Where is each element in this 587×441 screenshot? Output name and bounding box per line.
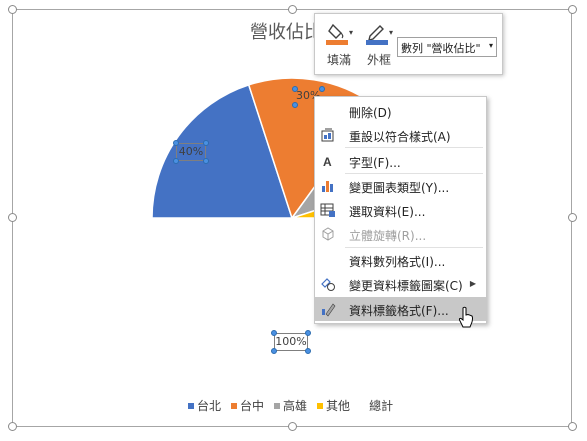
menu-item-label: 重設以符合樣式(A) xyxy=(349,130,451,144)
menu-item-change-chart-type[interactable]: 變更圖表類型(Y)... xyxy=(315,174,486,198)
format-label-icon xyxy=(322,303,336,317)
reset-style-icon xyxy=(321,128,334,142)
data-label-taipei[interactable]: 40% xyxy=(176,143,206,161)
chevron-down-icon: ▾ xyxy=(389,28,394,37)
menu-item-label: 立體旋轉(R)... xyxy=(349,229,427,243)
3d-rotation-icon xyxy=(322,227,334,241)
menu-item-label: 變更資料標籤圖案(C) xyxy=(349,279,463,293)
chevron-right-icon: ▶ xyxy=(469,279,476,288)
legend-label: 總計 xyxy=(369,399,394,413)
svg-text:A: A xyxy=(323,155,332,169)
legend-swatch xyxy=(274,402,281,409)
legend-swatch xyxy=(188,402,194,409)
legend-item[interactable]: 總計 xyxy=(360,397,393,414)
label-handle[interactable] xyxy=(292,86,298,92)
menu-item-label: 刪除(D) xyxy=(349,106,392,120)
menu-item-label: 字型(F)... xyxy=(349,156,401,170)
paint-bucket-icon xyxy=(326,23,348,45)
mouse-cursor-icon xyxy=(458,306,473,328)
legend-swatch xyxy=(360,403,366,409)
legend-item[interactable]: 高雄 xyxy=(274,397,307,414)
menu-item-label: 資料數列格式(I)... xyxy=(349,255,446,269)
label-handle[interactable] xyxy=(305,330,311,336)
menu-item-font[interactable]: A 字型(F)... xyxy=(315,149,486,173)
menu-separator xyxy=(345,147,483,148)
menu-item-label: 資料標籤格式(F)... xyxy=(349,304,449,318)
change-shape-icon xyxy=(321,278,335,291)
legend-swatch xyxy=(317,402,324,409)
label-handle[interactable] xyxy=(173,140,179,146)
legend-label: 台中 xyxy=(240,399,265,413)
menu-item-reset-style[interactable]: 重設以符合樣式(A) xyxy=(315,123,486,147)
label-handle[interactable] xyxy=(271,348,277,354)
chevron-down-icon: ▾ xyxy=(488,41,493,50)
legend-label: 高雄 xyxy=(283,399,308,413)
legend-item[interactable]: 台中 xyxy=(231,397,264,414)
label-handle[interactable] xyxy=(292,102,298,108)
pen-outline-icon xyxy=(366,25,388,45)
legend-label: 台北 xyxy=(197,399,222,413)
chevron-down-icon: ▾ xyxy=(349,28,354,37)
legend-swatch xyxy=(231,402,238,409)
fill-label: 填滿 xyxy=(326,53,351,67)
menu-item-format-series[interactable]: 資料數列格式(I)... xyxy=(315,248,486,272)
label-handle[interactable] xyxy=(203,140,209,146)
legend-label: 其他 xyxy=(326,399,351,413)
context-menu: 刪除(D) 重設以符合樣式(A) A 字型(F)... 變更圖表類型(Y)... xyxy=(314,96,487,324)
legend-item[interactable]: 台北 xyxy=(188,397,221,414)
label-handle[interactable] xyxy=(319,86,325,92)
menu-item-delete[interactable]: 刪除(D) xyxy=(315,99,486,123)
outline-label: 外框 xyxy=(366,53,391,67)
menu-item-label: 變更圖表類型(Y)... xyxy=(349,181,450,195)
menu-item-select-data[interactable]: 選取資料(E)... xyxy=(315,198,486,222)
series-select[interactable]: 數列 "營收佔比" ▾ xyxy=(397,37,497,57)
menu-item-change-label-shape[interactable]: 變更資料標籤圖案(C) ▶ xyxy=(315,272,486,296)
outline-button[interactable]: ▾ 外框 xyxy=(359,18,399,70)
label-handle[interactable] xyxy=(305,348,311,354)
chart-type-icon xyxy=(322,181,333,192)
format-mini-toolbar: ▾ 填滿 ▾ 外框 數列 "營收佔比" ▾ xyxy=(314,13,503,75)
label-handle[interactable] xyxy=(173,158,179,164)
label-handle[interactable] xyxy=(271,330,277,336)
series-select-value: 數列 "營收佔比" xyxy=(401,42,481,55)
select-data-icon xyxy=(320,203,335,217)
chart-legend[interactable]: 台北 台中 高雄 其他 總計 xyxy=(188,397,393,414)
legend-item[interactable]: 其他 xyxy=(317,397,350,414)
fill-button[interactable]: ▾ 填滿 xyxy=(319,18,359,70)
label-handle[interactable] xyxy=(203,158,209,164)
data-label-total[interactable]: 100% xyxy=(274,333,308,351)
menu-item-3d-rotation[interactable]: 立體旋轉(R)... xyxy=(315,222,486,246)
menu-item-label: 選取資料(E)... xyxy=(349,205,426,219)
font-icon: A xyxy=(323,155,332,169)
